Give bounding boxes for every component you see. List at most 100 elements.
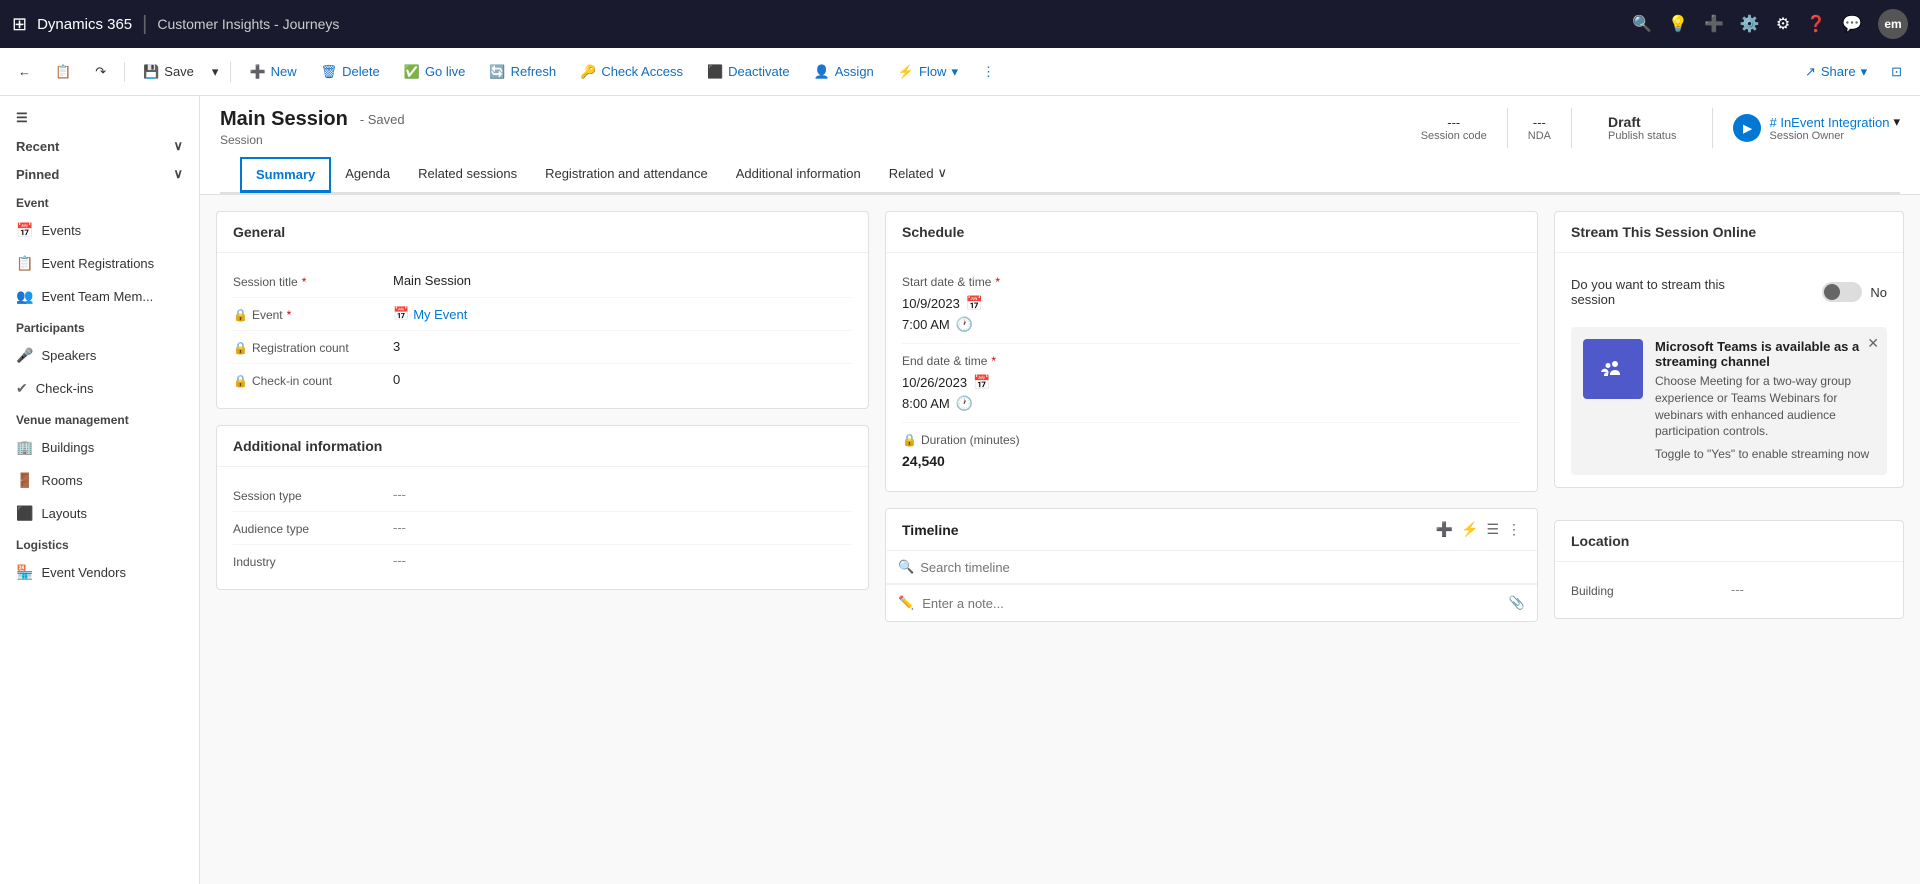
building-value[interactable]: ---	[1731, 582, 1887, 597]
flow-button[interactable]: ⚡ Flow ▾	[888, 58, 968, 86]
app-name: Dynamics 365	[37, 16, 132, 33]
toggle-thumb	[1824, 284, 1840, 300]
chat-icon[interactable]: 💬	[1842, 14, 1862, 34]
registration-count-label: 🔒 Registration count	[233, 339, 393, 355]
checkins-label: Check-ins	[36, 381, 94, 396]
pinned-collapse[interactable]: Pinned ∨	[0, 160, 199, 188]
sidebar-item-vendors[interactable]: 🏪 Event Vendors	[0, 556, 199, 589]
settings-icon[interactable]: ⚙	[1776, 14, 1790, 34]
start-date-value[interactable]: 10/9/2023	[902, 296, 960, 311]
command-bar: ← 📋 ↷ 💾 Save ▾ ➕ New 🗑 Delete ✅ Go live …	[0, 48, 1920, 96]
assign-button[interactable]: 👤 Assign	[804, 58, 884, 86]
save-button[interactable]: 💾 Save	[133, 58, 204, 86]
sidebar-item-speakers[interactable]: 🎤 Speakers	[0, 339, 199, 372]
start-time-value[interactable]: 7:00 AM	[902, 317, 950, 332]
sidebar-item-event-team[interactable]: 👥 Event Team Mem...	[0, 280, 199, 313]
session-type-row: Session type ---	[233, 479, 852, 512]
location-body: Building ---	[1555, 562, 1903, 618]
event-row: 🔒 Event * 📅 My Event	[233, 298, 852, 331]
end-time-row: 8:00 AM 🕐	[902, 395, 1521, 412]
industry-value[interactable]: ---	[393, 553, 852, 568]
new-button[interactable]: ➕ New	[239, 58, 306, 86]
delete-button[interactable]: 🗑 Delete	[311, 58, 390, 86]
audience-type-value[interactable]: ---	[393, 520, 852, 535]
tab-related[interactable]: Related ∨	[875, 155, 961, 194]
user-avatar[interactable]: em	[1878, 9, 1908, 39]
header-top-row: Main Session - Saved Session --- Session…	[220, 108, 1900, 155]
checkin-count-label: 🔒 Check-in count	[233, 372, 393, 388]
layouts-icon: ⬛	[16, 505, 33, 522]
toggle-track[interactable]	[1822, 282, 1862, 302]
refresh-icon: 🔄	[489, 64, 505, 80]
forward-button[interactable]: ↷	[85, 58, 116, 86]
speakers-icon: 🎤	[16, 347, 33, 364]
event-value[interactable]: 📅 My Event	[393, 306, 852, 322]
registration-count-value: 3	[393, 339, 852, 354]
stream-toggle-switch[interactable]: No	[1822, 282, 1887, 302]
recent-collapse[interactable]: Recent ∨	[0, 132, 199, 160]
owner-name[interactable]: # InEvent Integration	[1769, 115, 1889, 130]
sidebar-item-event-registrations[interactable]: 📋 Event Registrations	[0, 247, 199, 280]
timeline-filter-icon[interactable]: ⚡	[1461, 521, 1478, 538]
timeline-more-icon[interactable]: ⋮	[1507, 521, 1521, 538]
share-button[interactable]: ↗ Share ▾	[1795, 58, 1877, 86]
screen-expand-button[interactable]: ⊡	[1881, 58, 1912, 86]
end-date-value[interactable]: 10/26/2023	[902, 375, 967, 390]
more-button[interactable]: ⋮	[972, 58, 1005, 86]
timeline-header: Timeline ➕ ⚡ ☰ ⋮	[886, 509, 1537, 551]
add-icon[interactable]: ➕	[1704, 14, 1724, 34]
title-row: Main Session - Saved	[220, 108, 405, 131]
logistics-section-title: Logistics	[0, 530, 199, 556]
tab-related-sessions[interactable]: Related sessions	[404, 156, 531, 194]
timeline-search-input[interactable]	[920, 560, 1525, 575]
filter-icon[interactable]: ⚙️	[1740, 14, 1760, 34]
timeline-note-input[interactable]	[922, 596, 1501, 611]
sidebar-item-checkins[interactable]: ✔ Check-ins	[0, 372, 199, 405]
sidebar-item-events[interactable]: 📅 Events	[0, 214, 199, 247]
owner-avatar: ▶	[1733, 114, 1761, 142]
sidebar-item-layouts[interactable]: ⬛ Layouts	[0, 497, 199, 530]
start-date-calendar-icon[interactable]: 📅	[966, 295, 983, 312]
session-title-value[interactable]: Main Session	[393, 273, 852, 288]
attachment-icon[interactable]: 📎	[1509, 595, 1525, 611]
session-code-field: --- Session code	[1421, 115, 1487, 142]
back-button[interactable]: ←	[8, 58, 41, 85]
page-view-button[interactable]: 📋	[45, 58, 81, 86]
sidebar-item-buildings[interactable]: 🏢 Buildings	[0, 431, 199, 464]
screen-expand-icon: ⊡	[1891, 64, 1902, 80]
session-type-value[interactable]: ---	[393, 487, 852, 502]
tab-agenda[interactable]: Agenda	[331, 156, 404, 194]
lightbulb-icon[interactable]: 💡	[1668, 14, 1688, 34]
checkins-icon: ✔	[16, 380, 28, 397]
participants-section-title: Participants	[0, 313, 199, 339]
building-label: Building	[1571, 582, 1731, 598]
session-code-label: Session code	[1421, 130, 1487, 142]
sidebar-item-rooms[interactable]: 🚪 Rooms	[0, 464, 199, 497]
search-icon[interactable]: 🔍	[1632, 14, 1652, 34]
tab-registration-attendance[interactable]: Registration and attendance	[531, 156, 722, 194]
save-dropdown-button[interactable]: ▾	[208, 58, 223, 86]
owner-chevron[interactable]: ▾	[1893, 114, 1900, 130]
registration-count-row: 🔒 Registration count 3	[233, 331, 852, 364]
checkaccess-button[interactable]: 🔑 Check Access	[570, 58, 693, 86]
grid-icon[interactable]: ⊞	[12, 14, 27, 35]
teams-close-button[interactable]: ✕	[1867, 335, 1879, 352]
timeline-card: Timeline ➕ ⚡ ☰ ⋮ 🔍 ✏️	[885, 508, 1538, 622]
golive-button[interactable]: ✅ Go live	[394, 58, 476, 86]
help-icon[interactable]: ❓	[1806, 14, 1826, 34]
deactivate-button[interactable]: ⬛ Deactivate	[697, 58, 800, 86]
end-time-value[interactable]: 8:00 AM	[902, 396, 950, 411]
end-time-clock-icon[interactable]: 🕐	[956, 395, 973, 412]
tab-summary[interactable]: Summary	[240, 157, 331, 193]
timeline-add-icon[interactable]: ➕	[1436, 521, 1453, 538]
timeline-sort-icon[interactable]: ☰	[1486, 521, 1499, 538]
end-date-calendar-icon[interactable]: 📅	[973, 374, 990, 391]
sidebar-collapse-toggle[interactable]: ☰	[0, 104, 199, 132]
stream-toggle-row: Do you want to stream this session No	[1571, 265, 1887, 319]
toggle-value: No	[1870, 285, 1887, 300]
refresh-button[interactable]: 🔄 Refresh	[479, 58, 566, 86]
tab-additional-info[interactable]: Additional information	[722, 156, 875, 194]
meta-separator-1	[1507, 108, 1508, 148]
start-time-clock-icon[interactable]: 🕐	[956, 316, 973, 333]
save-icon: 💾	[143, 64, 159, 80]
